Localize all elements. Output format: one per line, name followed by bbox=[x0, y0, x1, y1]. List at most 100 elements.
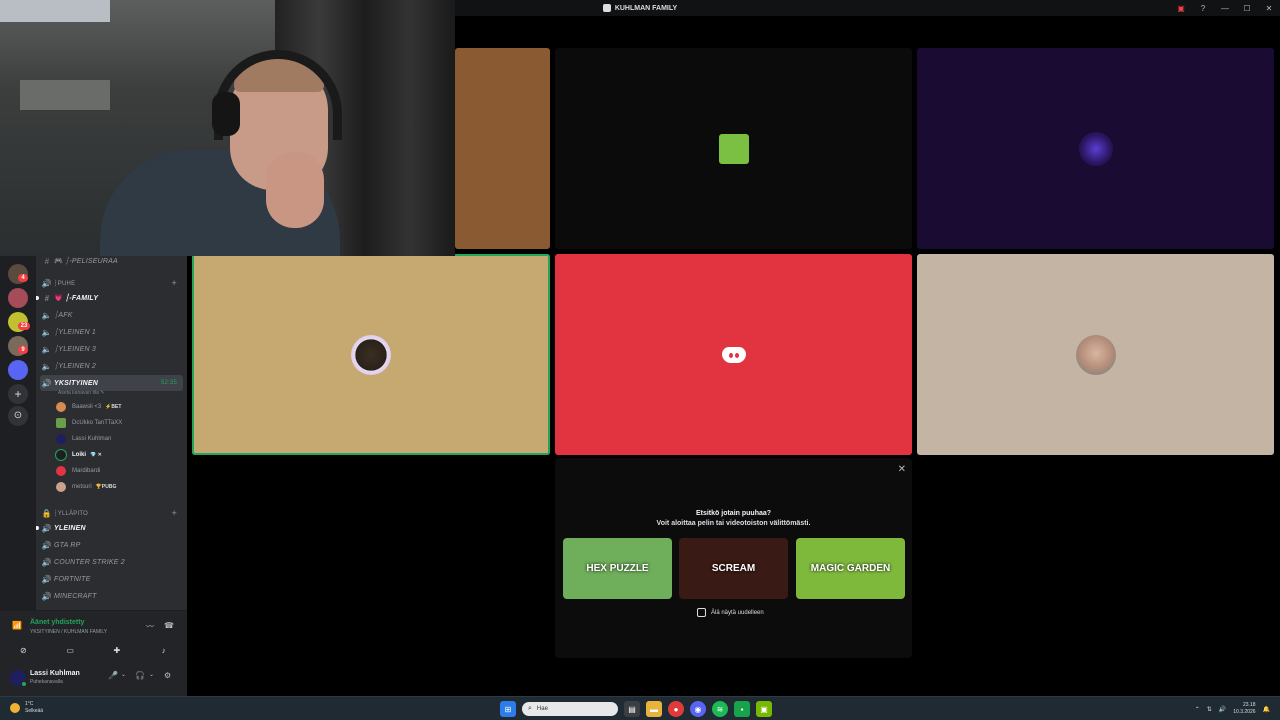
channel-yleinen-2[interactable]: 🔈 ┆YLEINEN 2 bbox=[40, 358, 183, 374]
user-avatar bbox=[1078, 131, 1113, 166]
video-tile-user[interactable] bbox=[555, 48, 912, 249]
voice-connection-panel: 📶 Äänet yhdistetty YKSITYINEN / KUHLMAN … bbox=[0, 610, 187, 660]
activities-button[interactable]: ✚ bbox=[99, 643, 135, 657]
user-panel: Lassi Kuhlman Puhekanavalla 🎤 ⌄ 🎧 ⌄ ⚙ bbox=[0, 660, 187, 696]
voice-user-name: Loiki bbox=[72, 452, 87, 458]
voice-actions: ⊘ ▭ ✚ ♪ bbox=[0, 641, 187, 659]
voice-user-name: Baawsli <3 bbox=[72, 404, 102, 410]
noise-suppression-icon[interactable]: 〰 bbox=[146, 621, 154, 632]
voice-user[interactable]: Mardibardi bbox=[56, 464, 181, 478]
add-channel-icon[interactable]: + bbox=[172, 278, 177, 288]
channel-family[interactable]: # 💗 ┆-FAMILY bbox=[36, 290, 183, 306]
maximize-button[interactable]: ☐ bbox=[1236, 0, 1258, 16]
weather-widget[interactable]: 1°C Selkeää bbox=[10, 701, 43, 715]
channel-peliseuraa[interactable]: # 🎮 ┆-PELISEURAA bbox=[40, 256, 183, 269]
status-indicator bbox=[21, 681, 27, 687]
user-avatar bbox=[718, 133, 749, 164]
channel-afk[interactable]: 🔈 ┆AFK bbox=[40, 307, 183, 323]
speaker-icon: 🔊 bbox=[41, 540, 53, 550]
minimize-button[interactable]: — bbox=[1214, 0, 1236, 16]
file-explorer-icon[interactable]: ▬ bbox=[646, 701, 662, 717]
user-status: Puhekanavalla bbox=[30, 679, 63, 685]
headphones-icon[interactable]: 🎧 bbox=[135, 671, 145, 680]
avatar bbox=[56, 450, 66, 460]
channel-label: ┆YLEINEN 1 bbox=[54, 329, 97, 336]
chevron-up-icon[interactable]: ⌃ bbox=[1195, 706, 1200, 713]
task-view-icon[interactable]: ▤ bbox=[624, 701, 640, 717]
start-windows-icon[interactable]: ⊞ bbox=[500, 701, 516, 717]
video-tile-user[interactable] bbox=[917, 254, 1274, 455]
soundboard-button[interactable]: ♪ bbox=[146, 643, 182, 657]
server-icon[interactable] bbox=[8, 288, 28, 308]
volume-icon[interactable]: 🔊 bbox=[1219, 706, 1226, 713]
add-server-icon[interactable]: + bbox=[8, 384, 28, 404]
activity-card-magic-garden[interactable]: MAGIC GARDEN bbox=[796, 538, 905, 599]
user-avatar bbox=[351, 334, 391, 375]
webcam-overlay bbox=[0, 0, 455, 256]
channel-emoji: 💗 bbox=[54, 295, 63, 302]
category-yllapito[interactable]: 🔒 ┆YLLÄPITO + bbox=[40, 505, 183, 521]
category-puhe[interactable]: 🔊 ┆PUHE + bbox=[40, 275, 183, 291]
video-tile-user[interactable] bbox=[917, 48, 1274, 249]
video-tile-speaking-user[interactable] bbox=[192, 254, 550, 455]
chevron-down-icon[interactable]: ⌄ bbox=[149, 671, 154, 678]
channel-label: ┆-FAMILY bbox=[64, 295, 99, 302]
network-icon[interactable]: ⇅ bbox=[1207, 706, 1212, 713]
voice-user[interactable]: Lassi Kuhlman bbox=[56, 432, 181, 446]
channel-label: MINECRAFT bbox=[54, 592, 97, 600]
channel-label: COUNTER STRIKE 2 bbox=[54, 558, 125, 566]
channel-minecraft[interactable]: 🔊 MINECRAFT bbox=[40, 588, 183, 604]
channel-gta-rp[interactable]: 🔊 GTA RP bbox=[40, 537, 183, 553]
video-tile-user[interactable] bbox=[455, 48, 550, 249]
connection-icon[interactable]: 📶 bbox=[12, 621, 22, 630]
voice-user[interactable]: DcUkko TanTTaXX bbox=[56, 416, 181, 430]
video-tile-user[interactable] bbox=[555, 254, 912, 455]
channel-fortnite[interactable]: 🔊 FORTNITE bbox=[40, 571, 183, 587]
avatar bbox=[56, 482, 66, 492]
activity-card-hex-puzzle[interactable]: HEX PUZZLE bbox=[563, 538, 672, 599]
nvidia-icon[interactable]: ▣ bbox=[756, 701, 772, 717]
voice-user-tag: 💎 ✕ bbox=[90, 452, 102, 458]
inbox-icon[interactable]: ▣ bbox=[1170, 0, 1192, 16]
category-label: ┆PUHE bbox=[54, 280, 76, 287]
notification-bell-icon[interactable]: 🔔 bbox=[1263, 706, 1270, 713]
channel-counter-strike-2[interactable]: 🔊 COUNTER STRIKE 2 bbox=[40, 554, 183, 570]
dont-show-again-checkbox[interactable]: Älä näytä uudelleen bbox=[697, 608, 764, 617]
channel-yleinen[interactable]: 🔊 YLEINEN bbox=[36, 520, 183, 536]
server-icon[interactable] bbox=[8, 360, 28, 380]
voice-user[interactable]: Loiki 💎 ✕ bbox=[56, 448, 181, 462]
channel-status[interactable]: Aseta kanavan tila ✎ bbox=[58, 390, 104, 396]
discord-app-icon[interactable]: ◉ bbox=[690, 701, 706, 717]
camera-off-button[interactable]: ⊘ bbox=[5, 643, 41, 657]
app-icon[interactable]: ▪ bbox=[734, 701, 750, 717]
channel-emoji: 🎮 bbox=[54, 258, 63, 265]
discord-window: KUHLMAN FAMILY ▣ ? — ☐ ✕ ✕ Etsitkö jotai… bbox=[0, 0, 1280, 720]
channel-yleinen-1[interactable]: 🔈 ┆YLEINEN 1 bbox=[40, 324, 183, 340]
speaker-icon: 🔊 bbox=[41, 378, 53, 388]
help-icon[interactable]: ? bbox=[1192, 0, 1214, 16]
voice-location[interactable]: YKSITYINEN / KUHLMAN FAMILY bbox=[30, 629, 107, 635]
activity-card-scream[interactable]: SCREAM bbox=[679, 538, 788, 599]
speaker-icon: 🔈 bbox=[41, 310, 53, 320]
disconnect-icon[interactable]: ☎ bbox=[164, 621, 174, 630]
activity-question: Etsitkö jotain puuhaa? bbox=[695, 510, 772, 517]
activity-card-title: SCREAM bbox=[711, 563, 756, 574]
browser-icon[interactable]: ● bbox=[668, 701, 684, 717]
screen-share-button[interactable]: ▭ bbox=[52, 643, 88, 657]
channel-yleinen-3[interactable]: 🔈 ┆YLEINEN 3 bbox=[40, 341, 183, 357]
chevron-down-icon[interactable]: ⌄ bbox=[121, 671, 126, 678]
close-button[interactable]: ✕ bbox=[1258, 0, 1280, 16]
channel-label: ┆YLEINEN 3 bbox=[54, 346, 97, 353]
voice-user[interactable]: Baawsli <3 ⚡BET bbox=[56, 400, 181, 414]
settings-gear-icon[interactable]: ⚙ bbox=[164, 671, 171, 680]
close-icon[interactable]: ✕ bbox=[898, 464, 906, 475]
activity-card-title: MAGIC GARDEN bbox=[810, 563, 891, 574]
clock[interactable]: 23.18 10.3.2026 bbox=[1233, 702, 1255, 716]
taskbar-search[interactable]: ⌕ Hae bbox=[522, 702, 618, 716]
spotify-icon[interactable]: ≋ bbox=[712, 701, 728, 717]
microphone-icon[interactable]: 🎤 bbox=[108, 671, 118, 680]
explore-servers-icon[interactable]: ⊙ bbox=[8, 406, 28, 426]
add-channel-icon[interactable]: + bbox=[172, 508, 177, 518]
voice-user[interactable]: metsuri 🏆PUBG bbox=[56, 480, 181, 494]
channel-yksityinen[interactable]: 🔊 YKSITYINEN 52:35 bbox=[40, 375, 183, 391]
